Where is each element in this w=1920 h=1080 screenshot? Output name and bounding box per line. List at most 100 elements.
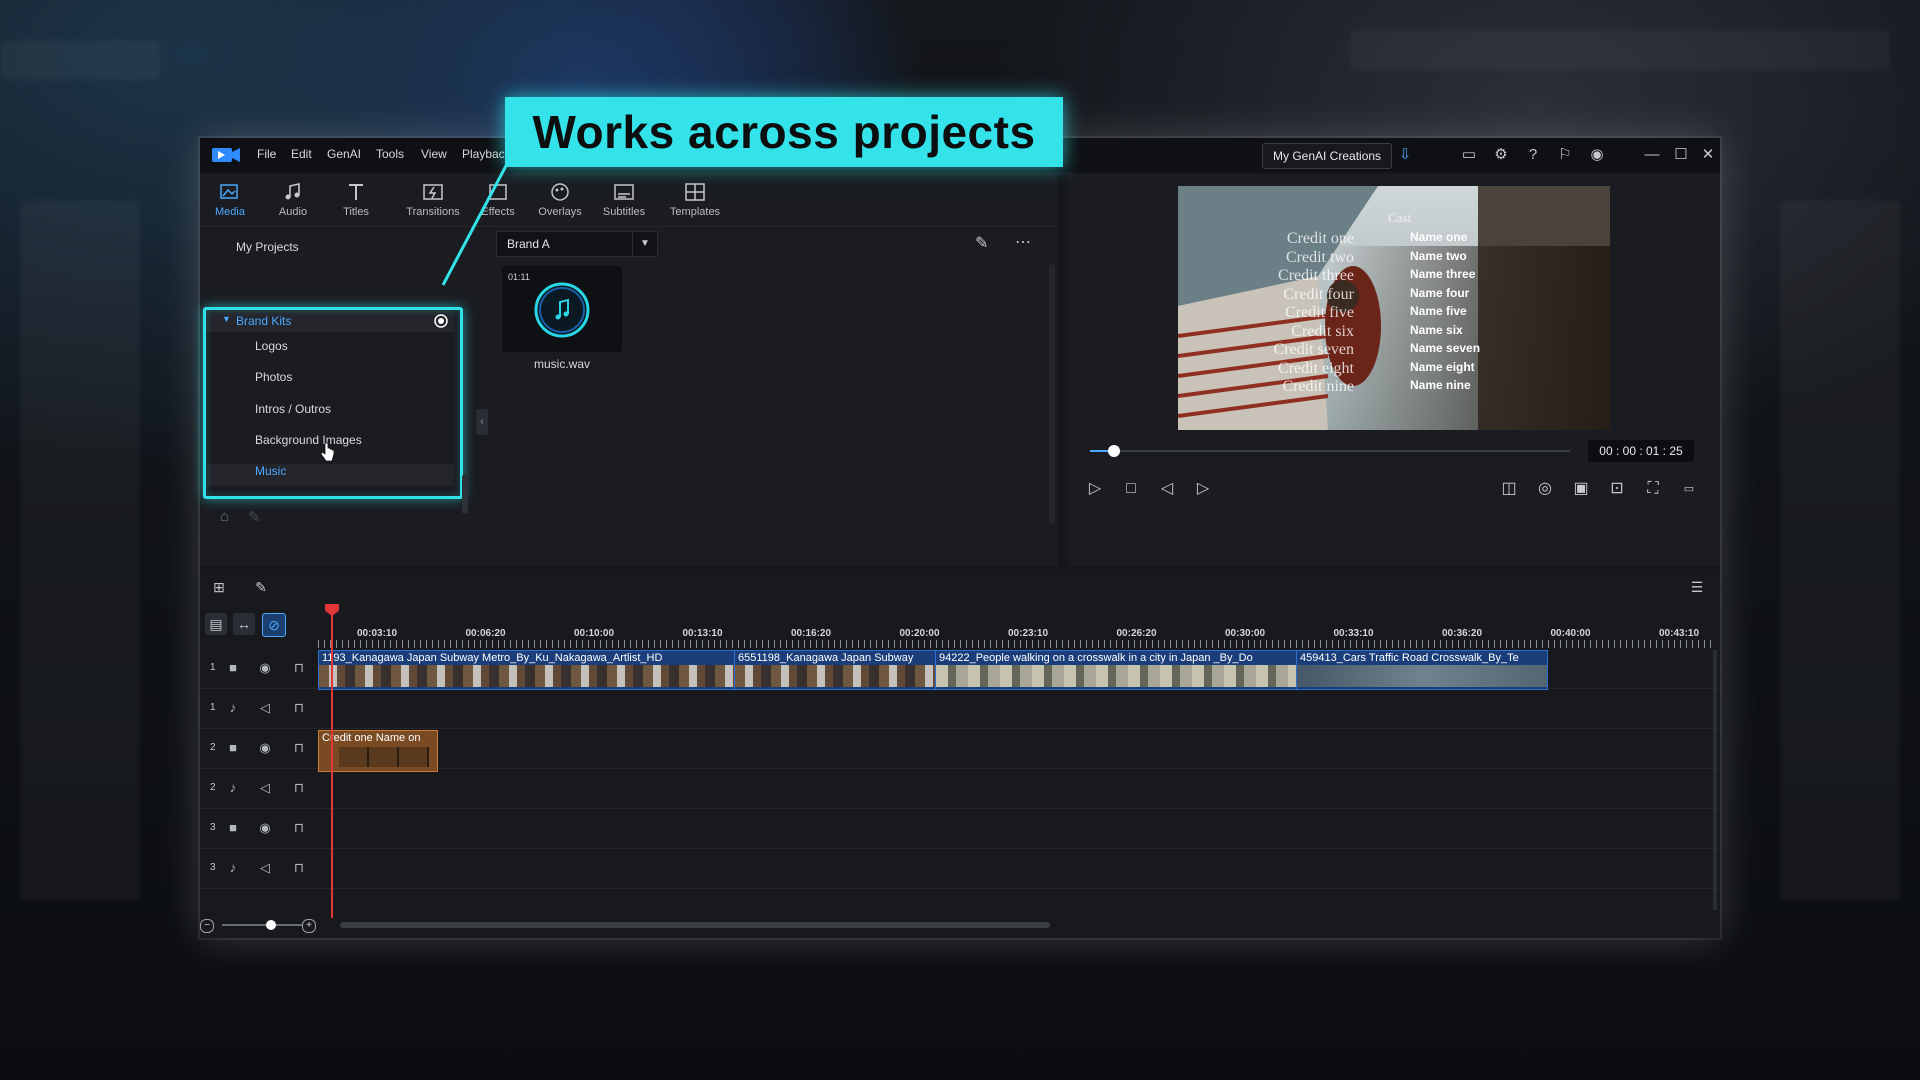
credit-name: Name three [1410,267,1476,281]
speaker-icon[interactable]: ◁ [256,859,274,877]
credit-role: Credit six [1291,322,1354,340]
tab-titles[interactable]: Titles [326,182,386,218]
layout-icon[interactable]: ▭ [1460,146,1478,164]
collapse-panel-button[interactable]: ‹ [476,409,488,435]
ruler-label: 00:40:00 [1550,628,1591,639]
tree-item-my-projects[interactable]: My Projects [236,240,299,254]
zoom-in-icon[interactable]: + [302,919,316,933]
speaker-icon[interactable]: ◁ [256,699,274,717]
lock-icon[interactable]: ⊓ [290,659,308,677]
scrubber-handle[interactable] [1108,445,1120,457]
transitions-icon [423,184,443,200]
video-clip[interactable]: 1193_Kanagawa Japan Subway Metro_By_Ku_N… [318,650,735,690]
menu-view[interactable]: View [421,147,447,161]
gear-icon[interactable]: ⚙ [1492,146,1510,164]
timeline-ruler[interactable]: 00:03:10 00:06:20 00:10:00 00:13:10 00:16:20… [318,626,1716,648]
menu-genai[interactable]: GenAI [327,147,361,161]
video-clip[interactable]: 94222_People walking on a crosswalk in a… [935,650,1297,690]
help-icon[interactable]: ? [1524,146,1542,164]
timeline-zoom-slider[interactable] [222,924,302,926]
tab-effects[interactable]: Effects [468,182,528,218]
track-header: 3 ♪ ◁ ⊓ [200,850,318,888]
ruler-label: 00:03:10 [357,628,398,639]
snap-icon[interactable]: ↔ [233,613,255,635]
timeline-settings-icon[interactable]: ☰ [1686,576,1708,598]
speaker-icon[interactable]: ◁ [256,779,274,797]
fullscreen-icon[interactable]: ⛶ [1642,478,1664,500]
lock-icon[interactable]: ⊓ [290,739,308,757]
ruler-label: 00:23:10 [1008,628,1049,639]
download-icon[interactable]: ⇩ [1396,146,1414,164]
overlays-icon [551,183,569,201]
pen-icon[interactable]: ✎ [250,576,272,598]
tab-label: Overlays [538,206,582,218]
track-number: 3 [210,862,216,873]
chevron-down-icon: ▼ [632,232,657,256]
eye-icon[interactable]: ◉ [256,819,274,837]
tab-subtitles[interactable]: Subtitles [594,182,654,218]
ruler-ticks [318,640,1716,648]
edit-icon[interactable]: ✎ [975,233,988,253]
stop-icon[interactable]: □ [1120,478,1142,500]
close-icon[interactable]: ✕ [1699,146,1717,164]
more-options-icon[interactable]: ⋯ [1015,232,1031,252]
lock-icon[interactable]: ⊓ [290,779,308,797]
maximize-icon[interactable]: ☐ [1672,146,1690,164]
snapshot-icon[interactable]: ◫ [1498,478,1520,500]
music-note-icon: ♪ [229,700,237,715]
library-scrollbar[interactable] [1049,264,1055,524]
music-note-icon: ♪ [229,780,237,795]
ruler-label: 00:43:10 [1659,628,1700,639]
title-clip[interactable]: Credit one Name on [318,730,438,772]
minimize-icon[interactable]: — [1643,146,1661,164]
tag-icon[interactable]: ⌂ [220,508,229,525]
aspect-ratio-icon[interactable]: ▭ [1678,478,1700,500]
ruler-label: 00:26:20 [1116,628,1157,639]
tab-media[interactable]: Media [200,182,260,218]
track-number: 1 [210,662,216,673]
tab-templates[interactable]: Templates [660,182,730,218]
zoom-slider-handle[interactable] [266,920,276,930]
tab-label: Titles [343,206,369,218]
play-icon[interactable]: ▷ [1084,478,1106,500]
tab-label: Media [215,206,245,218]
tab-transitions[interactable]: Transitions [396,182,470,218]
credit-role: Credit nine [1282,378,1354,395]
menu-edit[interactable]: Edit [291,147,312,161]
next-frame-icon[interactable]: ▷ [1192,478,1214,500]
menu-file[interactable]: File [257,147,276,161]
tree-scrollbar[interactable] [462,474,468,514]
notification-icon[interactable]: ⚐ [1556,146,1574,164]
lock-icon[interactable]: ⊓ [290,699,308,717]
lock-icon[interactable]: ⊓ [290,859,308,877]
menu-tools[interactable]: Tools [376,147,404,161]
previous-frame-icon[interactable]: ◁ [1156,478,1178,500]
menu-playback[interactable]: Playback [462,147,511,161]
timeline-toggle-icon[interactable]: ⊞ [208,576,230,598]
track-number: 3 [210,822,216,833]
edit-tag-icon[interactable]: ✎ [248,508,261,526]
zoom-fit-icon[interactable]: ⊡ [1606,478,1628,500]
eye-icon[interactable]: ◉ [256,739,274,757]
tab-overlays[interactable]: Overlays [530,182,590,218]
eye-icon[interactable]: ◉ [256,659,274,677]
my-genai-creations-button[interactable]: My GenAI Creations [1262,143,1393,169]
timeline-vertical-scrollbar[interactable] [1713,650,1717,910]
video-clip[interactable]: 6551198_Kanagawa Japan Subway [734,650,936,690]
video-clip[interactable]: 459413_Cars Traffic Road Crosswalk_By_Te [1296,650,1548,690]
timeline-scrollbar[interactable] [340,922,1050,928]
magnetic-link-icon[interactable]: ⊘ [262,613,286,637]
tab-audio[interactable]: Audio [263,182,323,218]
media-item-music[interactable]: 01:11 [502,266,622,352]
ruler-label: 00:10:00 [574,628,615,639]
zoom-out-icon[interactable]: − [200,919,214,933]
lock-icon[interactable]: ⊓ [290,819,308,837]
brand-kit-dropdown[interactable]: Brand A ▼ [496,231,658,257]
account-icon[interactable]: ◉ [1588,146,1606,164]
render-preview-icon[interactable]: ◎ [1534,478,1556,500]
music-note-icon [285,183,300,200]
track-manager-icon[interactable]: ▤ [205,613,227,635]
preview-quality-icon[interactable]: ▣ [1570,478,1592,500]
playback-scrubber[interactable] [1090,445,1570,457]
playhead[interactable] [331,606,333,918]
